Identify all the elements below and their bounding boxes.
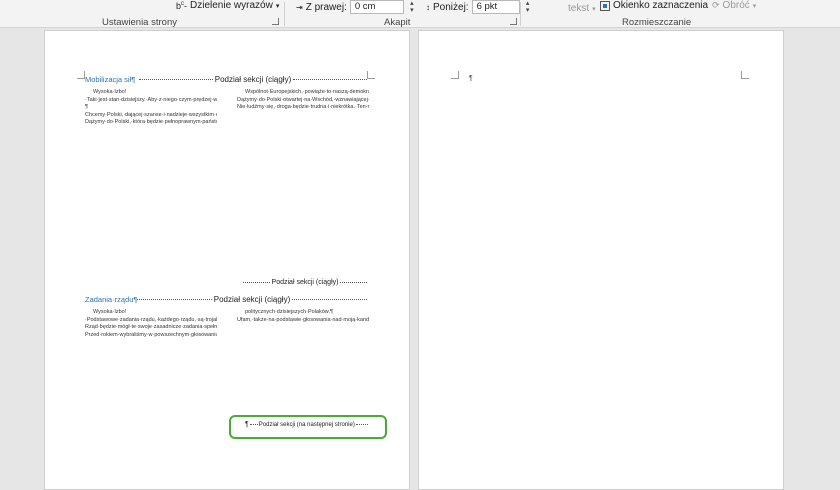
right-indent-icon: ⇥: [296, 2, 303, 12]
spacing-after-control: ↕ Poniżej: 6 pkt ▴ ▾: [426, 0, 533, 14]
group-arrange-label: Rozmieszczanie: [622, 17, 692, 28]
section-break-continuous[interactable]: Podział sekcji (ciągły): [135, 295, 369, 304]
rotate-button[interactable]: ⟳ Obróć ▾: [712, 0, 756, 11]
document-page-1[interactable]: Mobilizacja sił¶ Podział sekcji (ciągły)…: [44, 30, 410, 490]
right-indent-input[interactable]: 0 cm: [349, 0, 404, 14]
paragraph: politycznych·dzisiejszych·Polaków.¶ Ufam…: [237, 309, 369, 323]
text-column-left[interactable]: Wysoka·Izbo!·Podstawowe·zadania·rządu,·k…: [85, 309, 217, 481]
section-break-continuous[interactable]: Podział sekcji (ciągły): [137, 75, 369, 84]
page-setup-launcher-icon[interactable]: [272, 18, 279, 25]
paragraph: Wspólnot·Europejskich,·powiąże·to·naszą·…: [237, 89, 369, 111]
right-indent-control: ⇥ Z prawej: 0 cm ▴ ▾: [296, 0, 417, 14]
text-column-right[interactable]: politycznych·dzisiejszych·Polaków.¶ Ufam…: [237, 309, 369, 415]
spacing-after-icon: ↕: [426, 2, 430, 12]
selection-pane-icon: [600, 0, 610, 11]
section-break-continuous[interactable]: Podział sekcji (ciągły): [241, 278, 369, 286]
highlight-box: [229, 415, 387, 439]
chevron-down-icon: ▾: [592, 5, 596, 13]
margin-corner-mark: [451, 71, 459, 79]
right-indent-spinner[interactable]: ▴ ▾: [407, 0, 417, 14]
section-heading-mobilization[interactable]: Mobilizacja sił¶: [85, 75, 135, 84]
chevron-down-icon: ▾: [752, 2, 757, 10]
spacing-after-input[interactable]: 6 pkt: [471, 0, 520, 14]
wrap-text-button[interactable]: tekst ▾: [568, 3, 596, 14]
group-paragraph-label: Akapit: [384, 17, 411, 28]
paragraph: Wysoka·Izbo!·Podstawowe·zadania·rządu,·k…: [85, 309, 217, 338]
ribbon-separator: [284, 2, 285, 26]
spacing-after-spinner[interactable]: ▴ ▾: [523, 0, 533, 14]
rotate-icon: ⟳: [712, 0, 720, 10]
text-column-left[interactable]: Wysoka·Izbo!·Taki·jest·stan·dzisiejszy.·…: [85, 89, 217, 321]
paragraph: Wysoka·Izbo!·Taki·jest·stan·dzisiejszy.·…: [85, 89, 217, 126]
hyphenation-button[interactable]: bc- Dzielenie wyrazów ▾: [176, 0, 279, 11]
hyphenation-icon: bc-: [176, 0, 188, 11]
text-column-right[interactable]: Wspólnot·Europejskich,·powiąże·to·naszą·…: [237, 89, 369, 289]
paragraph-launcher-icon[interactable]: [510, 18, 517, 25]
selection-pane-button[interactable]: Okienko zaznaczenia: [600, 0, 708, 11]
paragraph-mark[interactable]: ¶: [469, 75, 473, 82]
ribbon-separator: [520, 2, 521, 26]
margin-corner-mark: [741, 71, 749, 79]
document-page-2[interactable]: ¶: [418, 30, 784, 490]
ribbon: bc- Dzielenie wyrazów ▾ ⇥ Z prawej: 0 cm…: [0, 0, 840, 28]
chevron-down-icon: ▾: [275, 2, 280, 10]
margin-corner-mark: [77, 71, 85, 79]
section-heading-government-tasks[interactable]: Zadania·rządu¶: [85, 295, 137, 304]
group-page-setup-label: Ustawienia strony: [102, 17, 177, 28]
